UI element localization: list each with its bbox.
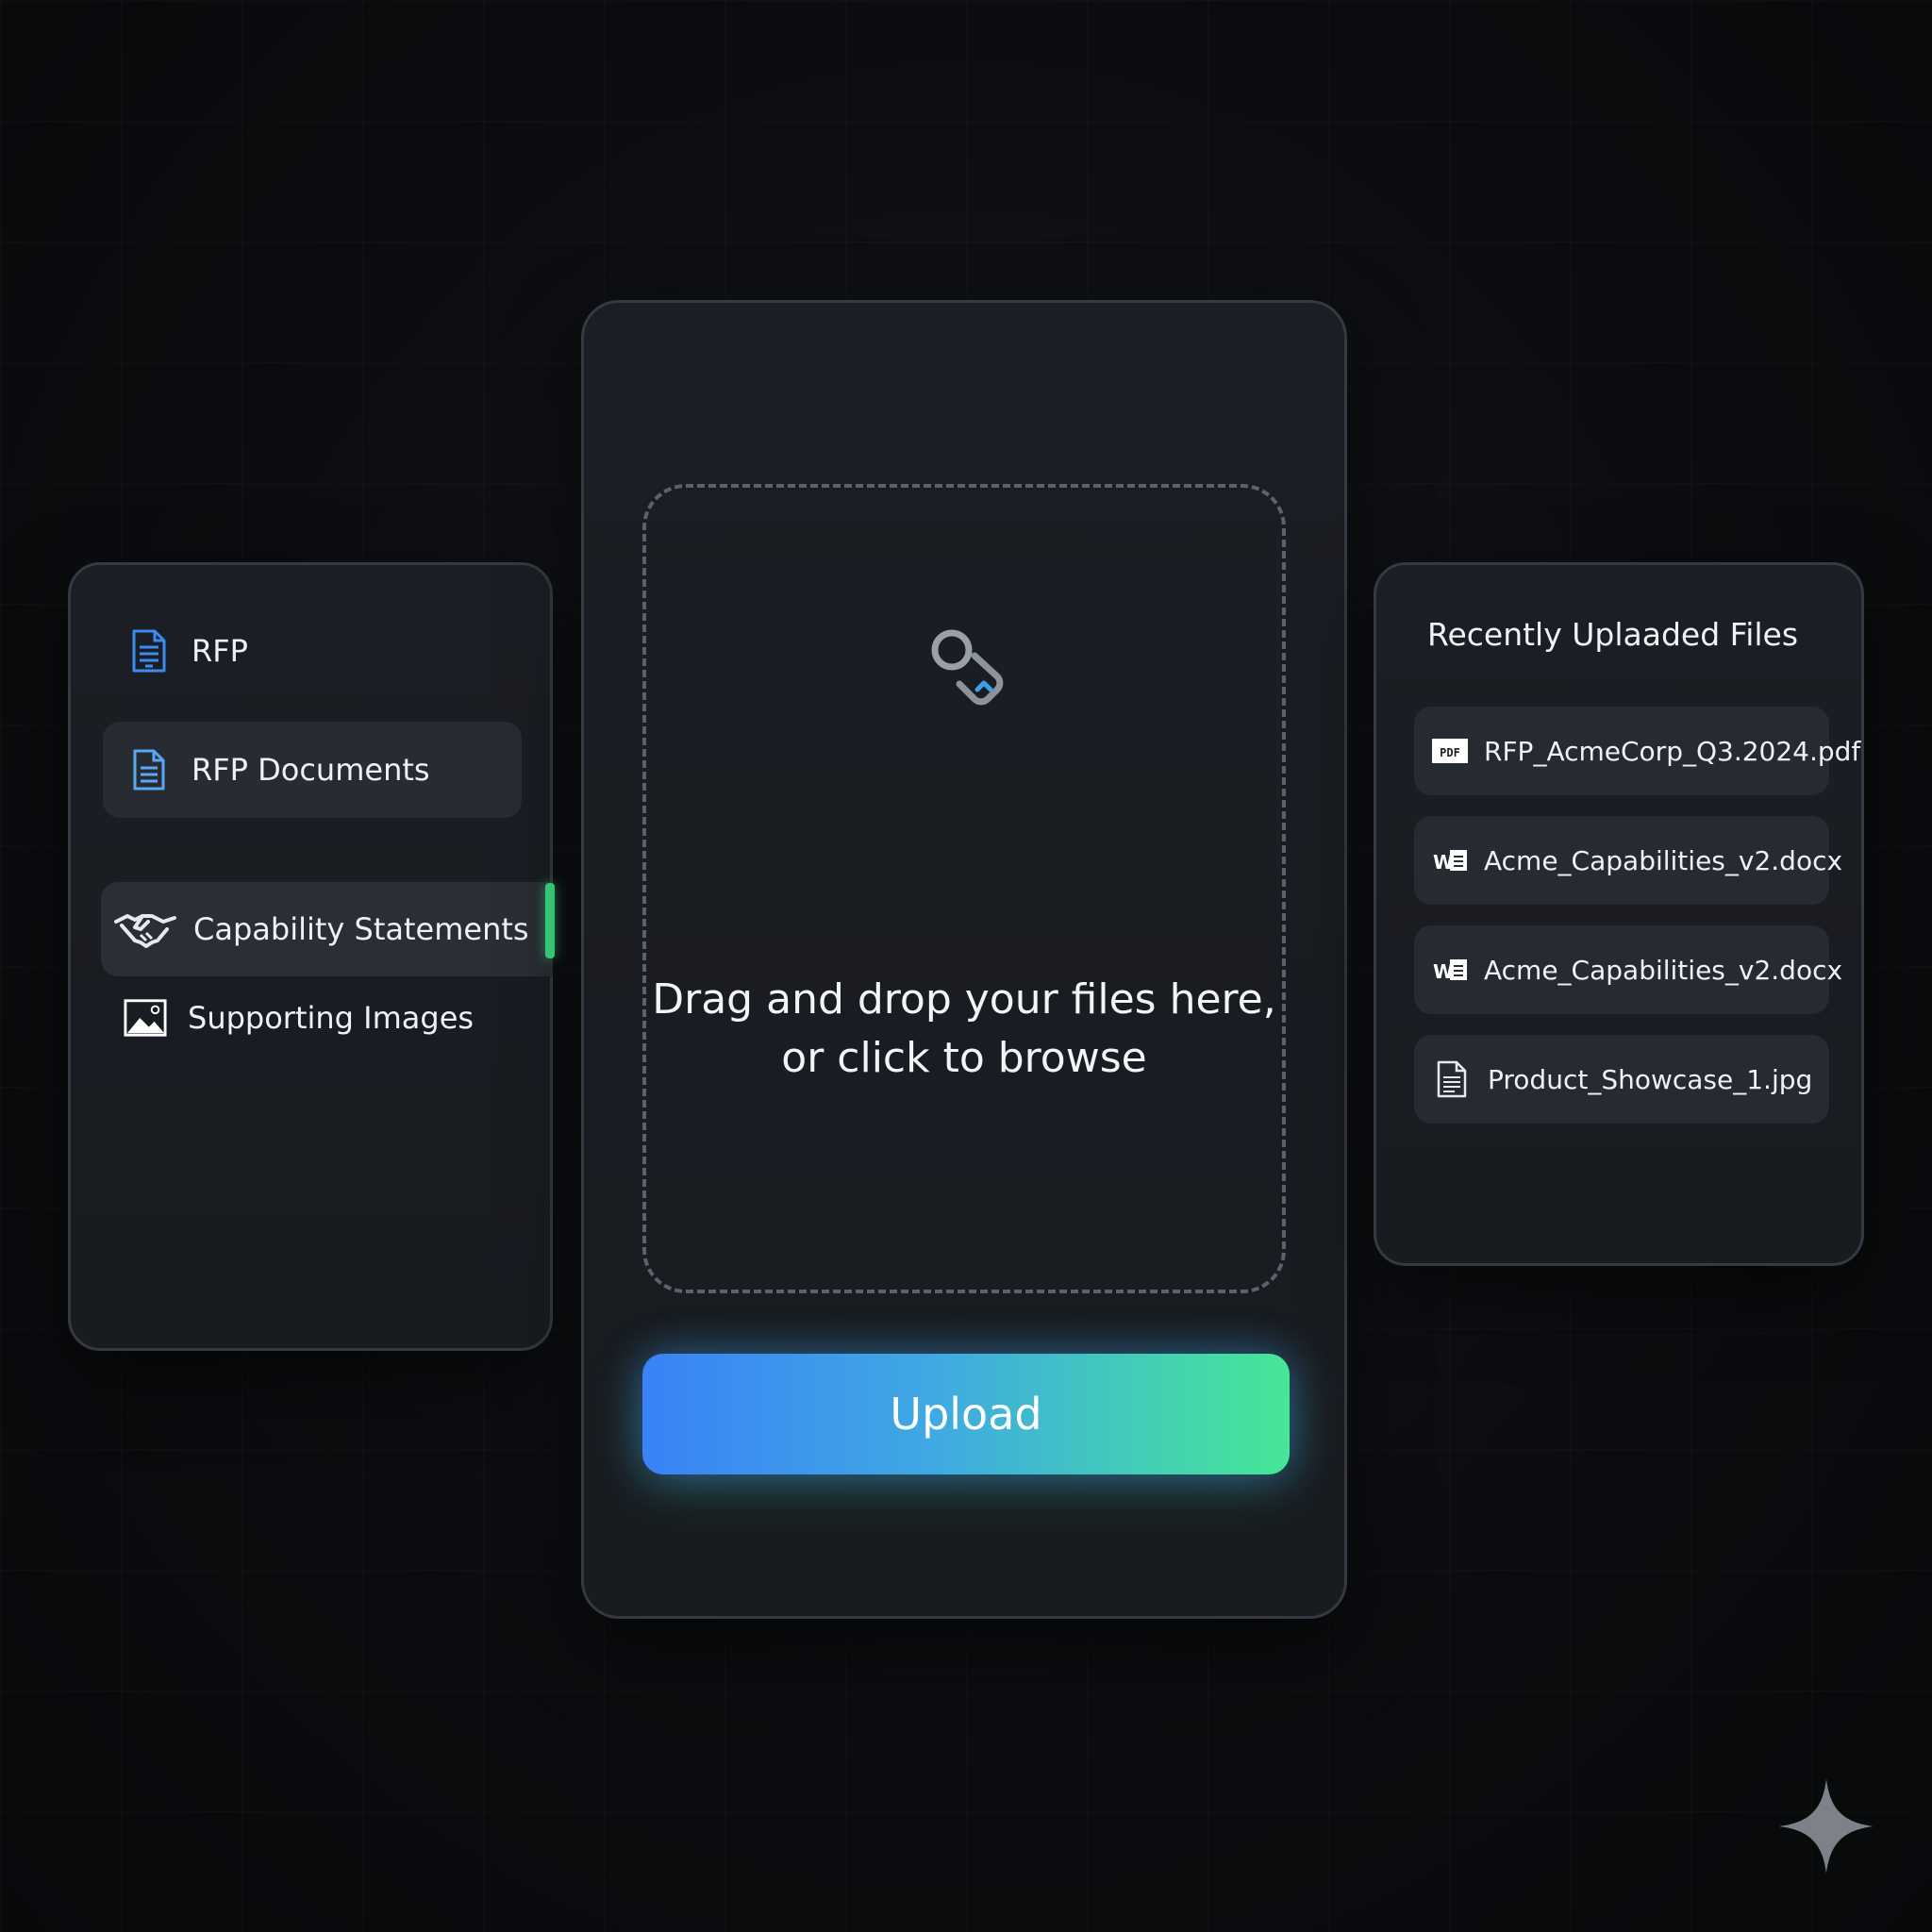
sidebar-item-rfp-documents[interactable]: RFP Documents	[103, 722, 522, 818]
image-icon	[124, 996, 167, 1040]
recent-file-item[interactable]: Product_Showcase_1.jpg	[1414, 1035, 1829, 1124]
sidebar-item-rfp[interactable]: RFP	[127, 622, 524, 680]
dropzone-line-2: or click to browse	[781, 1034, 1147, 1082]
sparkle-icon	[1777, 1777, 1875, 1875]
recent-files-panel: Recently Uplaaded Files PDF RFP_AcmeCorp…	[1374, 562, 1864, 1266]
recent-file-item[interactable]: PDF RFP_AcmeCorp_Q3.2024.pdf	[1414, 707, 1860, 795]
file-dropzone[interactable]: Drag and drop your files here, or click …	[642, 484, 1286, 1293]
sidebar-item-label: Capability Statements	[193, 911, 529, 947]
document-icon	[127, 748, 171, 791]
handshake-icon	[114, 908, 176, 951]
recent-files-title: Recently Uplaaded Files	[1427, 616, 1799, 653]
active-indicator	[545, 883, 555, 958]
pdf-icon-text: PDF	[1440, 746, 1460, 759]
upload-link-icon	[918, 616, 1022, 720]
upload-button[interactable]: Upload	[642, 1354, 1290, 1474]
pdf-icon: PDF	[1431, 730, 1469, 772]
recent-file-name: Acme_Capabilities_v2.docx	[1484, 844, 1843, 876]
recent-file-item[interactable]: W Acme_Capabilities_v2.docx	[1414, 816, 1842, 905]
category-sidebar: RFP RFP Documents Capability Statements	[68, 562, 553, 1351]
upload-panel: Drag and drop your files here, or click …	[581, 300, 1347, 1619]
word-icon: W	[1431, 840, 1469, 881]
sidebar-item-supporting-images[interactable]: Supporting Images	[124, 986, 520, 1050]
sidebar-item-label: RFP Documents	[192, 752, 430, 788]
sidebar-item-label: Supporting Images	[188, 1000, 475, 1036]
recent-file-name: Product_Showcase_1.jpg	[1488, 1063, 1813, 1095]
recent-file-name: RFP_AcmeCorp_Q3.2024.pdf	[1484, 735, 1861, 767]
word-icon: W	[1431, 949, 1469, 991]
dropzone-line-1: Drag and drop your files here,	[652, 975, 1276, 1024]
recent-file-item[interactable]: W Acme_Capabilities_v2.docx	[1414, 925, 1842, 1014]
document-icon	[127, 629, 171, 673]
sidebar-item-label: RFP	[192, 633, 248, 669]
dropzone-instructions: Drag and drop your files here, or click …	[646, 971, 1282, 1088]
file-icon	[1431, 1058, 1473, 1100]
sidebar-item-capability-statements[interactable]: Capability Statements	[101, 882, 553, 976]
recent-file-name: Acme_Capabilities_v2.docx	[1484, 954, 1843, 986]
